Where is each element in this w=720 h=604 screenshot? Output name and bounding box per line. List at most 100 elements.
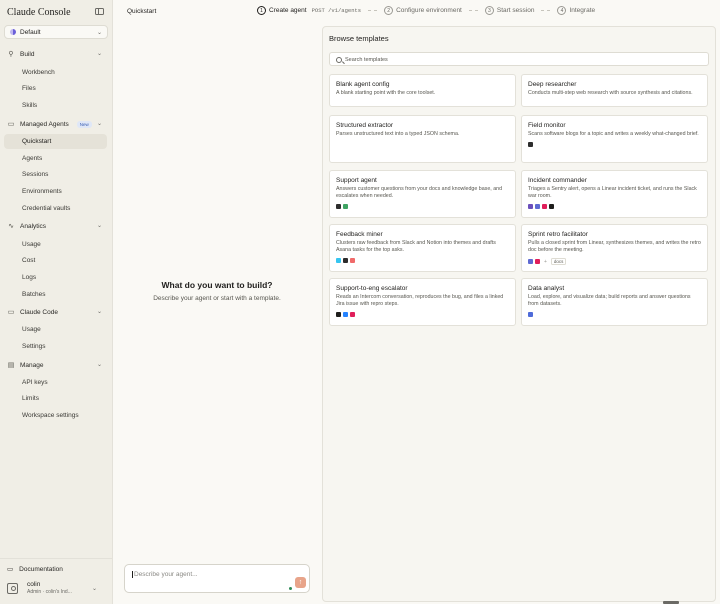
template-card[interactable]: Deep researcher Conducts multi-step web r… <box>521 74 708 107</box>
sidebar-item-limits[interactable]: Limits <box>22 395 39 402</box>
analytics-icon: ∿ <box>8 223 14 230</box>
sidebar-item-workspace-settings[interactable]: Workspace settings <box>22 412 79 419</box>
template-card-description: A blank starting point with the core too… <box>336 90 436 96</box>
sidebar-item-usage[interactable]: Usage <box>22 241 41 248</box>
brand-logo[interactable]: Claude Console <box>7 7 71 18</box>
template-card[interactable]: Blank agent config A blank starting point… <box>329 74 516 107</box>
plus-icon: + <box>544 258 547 265</box>
integration-icon <box>535 259 540 265</box>
template-card-description: Parses unstructured text into a typed JS… <box>336 131 460 137</box>
docs-chip: docs <box>550 258 567 266</box>
search-icon <box>336 56 342 63</box>
sidebar-item-sessions[interactable]: Sessions <box>22 171 48 178</box>
integration-icon <box>336 258 341 264</box>
center-heading: What do you want to build? <box>161 280 273 290</box>
chevron-down-icon: ⌄ <box>96 30 102 36</box>
step-number: 3 <box>484 6 494 15</box>
step-create-agent[interactable]: 1 Create agent POST /v1/agents <box>257 6 361 15</box>
templates-title: Browse templates <box>329 34 389 43</box>
nav-section-build[interactable]: ⚲ Build <box>7 50 35 59</box>
chevron-down-icon[interactable]: ⌄ <box>97 50 102 57</box>
integration-icon <box>350 312 355 318</box>
documentation-link[interactable]: ▭ Documentation <box>7 565 63 574</box>
nav-section-label: Managed Agents <box>20 120 69 128</box>
template-card-title: Support agent <box>336 177 377 184</box>
sidebar-item-cc-usage[interactable]: Usage <box>22 326 41 333</box>
integration-icons <box>336 312 509 318</box>
template-card[interactable]: Incident commander Triages a Sentry alert… <box>521 170 708 218</box>
step-label: Create agent <box>269 7 307 14</box>
integration-icons: + docs <box>528 258 701 266</box>
book-icon: ▭ <box>7 566 14 573</box>
chevron-down-icon[interactable]: ⌄ <box>97 120 102 127</box>
sidebar-item-workbench[interactable]: Workbench <box>22 69 55 76</box>
step-integrate[interactable]: 4 Integrate <box>557 6 595 15</box>
sidebar-item-agents[interactable]: Agents <box>22 155 42 162</box>
workspace-icon <box>10 29 16 35</box>
template-card-title: Deep researcher <box>528 81 577 88</box>
step-endpoint: POST /v1/agents <box>311 7 362 14</box>
nav-section-claude-code[interactable]: ▭ Claude Code <box>7 308 58 317</box>
integration-icon <box>336 312 341 318</box>
sidebar-item-skills[interactable]: Skills <box>22 102 37 109</box>
template-card-description: Reads an Intercom conversation, reproduc… <box>336 294 504 308</box>
template-card-description: Clusters raw feedback from Slack and Not… <box>336 240 496 254</box>
agent-prompt-input[interactable]: Describe your agent... ↑ <box>124 564 310 593</box>
sidebar-item-batches[interactable]: Batches <box>22 291 46 298</box>
sidebar-item-logs[interactable]: Logs <box>22 274 36 281</box>
sidebar-item-quickstart[interactable]: Quickstart <box>4 134 107 149</box>
template-card[interactable]: Feedback miner Clusters raw feedback from… <box>329 224 516 272</box>
chevron-down-icon: ⌄ <box>92 586 98 592</box>
sidebar-item-credential-vaults[interactable]: Credential vaults <box>22 205 70 212</box>
terminal-icon: ▭ <box>7 309 15 316</box>
template-card-title: Feedback miner <box>336 231 383 238</box>
chevron-down-icon[interactable]: ⌄ <box>97 222 102 229</box>
sidebar-item-cc-settings[interactable]: Settings <box>22 343 46 350</box>
integration-icon <box>336 204 341 210</box>
nav-section-label: Claude Code <box>20 308 58 316</box>
template-card-description: Answers customer questions from your doc… <box>336 186 503 200</box>
sidebar-collapse-icon[interactable] <box>95 8 104 15</box>
sidebar-item-api-keys[interactable]: API keys <box>22 379 48 386</box>
template-card[interactable]: Support agent Answers customer questions … <box>329 170 516 218</box>
step-configure-environment[interactable]: 2 Configure environment <box>384 6 462 15</box>
template-card-title: Sprint retro facilitator <box>528 231 588 238</box>
search-input[interactable] <box>345 54 695 65</box>
template-search[interactable] <box>329 52 709 66</box>
templates-panel: Browse templates Blank agent config A bla… <box>322 26 716 602</box>
documentation-label: Documentation <box>19 565 63 573</box>
template-card[interactable]: Structured extractor Parses unstructured … <box>329 115 516 163</box>
integration-icon <box>528 142 533 148</box>
sidebar-item-environments[interactable]: Environments <box>22 188 62 195</box>
sidebar-item-cost[interactable]: Cost <box>22 257 35 264</box>
send-button[interactable]: ↑ <box>295 577 306 588</box>
step-start-session[interactable]: 3 Start session <box>484 6 534 15</box>
template-card-title: Support-to-eng escalator <box>336 285 408 292</box>
template-card[interactable]: Sprint retro facilitator Pulls a closed s… <box>521 224 708 272</box>
template-card[interactable]: Field monitor Scans software blogs for a … <box>521 115 708 163</box>
sidebar-item-files[interactable]: Files <box>22 85 36 92</box>
template-card[interactable]: Support-to-eng escalator Reads an Interco… <box>329 278 516 326</box>
step-separator <box>468 10 478 11</box>
user-menu[interactable]: colin Admin · colin's Ind... ⌄ <box>7 580 105 598</box>
integration-icon <box>528 259 533 265</box>
nav-section-managed-agents[interactable]: ▭ Managed Agents New <box>7 120 92 128</box>
chevron-down-icon[interactable]: ⌄ <box>97 361 102 368</box>
workspace-selector[interactable]: Default ⌄ <box>4 25 108 39</box>
step-separator <box>541 10 551 11</box>
prompt-placeholder: Describe your agent... <box>132 571 198 578</box>
nav-section-label: Manage <box>20 361 44 369</box>
template-card-title: Structured extractor <box>336 122 394 129</box>
chevron-down-icon[interactable]: ⌄ <box>97 308 102 315</box>
template-card-title: Field monitor <box>528 122 566 129</box>
template-card-title: Incident commander <box>528 177 587 184</box>
nav-section-analytics[interactable]: ∿ Analytics <box>7 222 46 231</box>
integration-icon <box>528 204 533 210</box>
integration-icon <box>549 204 554 210</box>
template-card-description: Triages a Sentry alert, opens a Linear i… <box>528 186 697 200</box>
step-separator <box>368 10 378 11</box>
template-card-title: Data analyst <box>528 285 565 292</box>
nav-section-manage[interactable]: ▤ Manage <box>7 361 44 370</box>
template-card[interactable]: Data analyst Load, explore, and visualize… <box>521 278 708 326</box>
nav-section-label: Build <box>20 50 35 58</box>
